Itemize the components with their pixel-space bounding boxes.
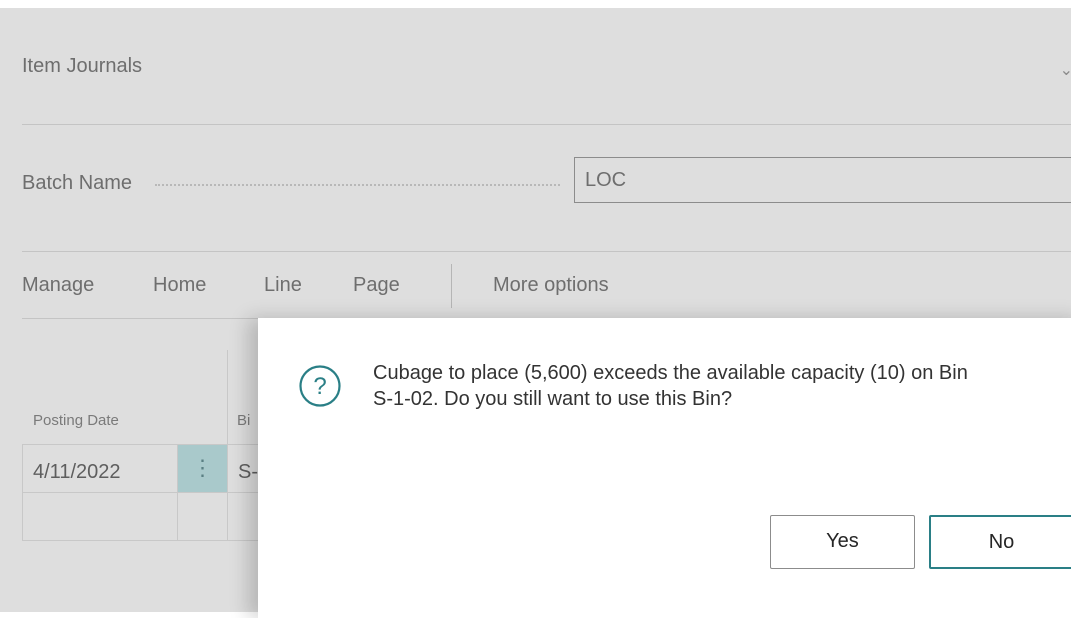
field-leader-dots: [155, 184, 560, 186]
posting-date-cell[interactable]: 4/11/2022: [33, 461, 121, 484]
dialog-message: Cubage to place (5,600) exceeds the avai…: [373, 362, 968, 410]
no-button[interactable]: No: [929, 515, 1071, 569]
column-divider: [227, 350, 228, 540]
batch-name-input[interactable]: LOC: [574, 157, 1071, 203]
divider: [22, 251, 1071, 252]
grid-line: [22, 492, 262, 493]
page-title: Item Journals: [22, 55, 143, 77]
action-separator: [451, 264, 452, 308]
tab-manage[interactable]: Manage: [22, 274, 94, 297]
chevron-down-icon[interactable]: ⌄: [1060, 60, 1071, 80]
grid-line: [22, 540, 262, 541]
column-header-bin[interactable]: Bi: [237, 412, 250, 429]
tab-line[interactable]: Line: [264, 274, 302, 297]
row-actions-icon[interactable]: ⋮: [178, 445, 227, 492]
bin-code-cell[interactable]: S-: [238, 461, 258, 484]
svg-text:?: ?: [313, 373, 326, 400]
grid-line: [22, 444, 23, 541]
column-header-posting-date[interactable]: Posting Date: [33, 412, 119, 429]
tab-home[interactable]: Home: [153, 274, 206, 297]
divider: [22, 124, 1071, 125]
more-options-button[interactable]: More options: [493, 274, 609, 297]
tab-page[interactable]: Page: [353, 274, 400, 297]
question-icon: ?: [299, 365, 341, 407]
page: Item Journals ⌄ Batch Name LOC Manage Ho…: [0, 0, 1071, 618]
yes-button[interactable]: Yes: [770, 515, 915, 569]
batch-name-label: Batch Name: [22, 172, 133, 194]
